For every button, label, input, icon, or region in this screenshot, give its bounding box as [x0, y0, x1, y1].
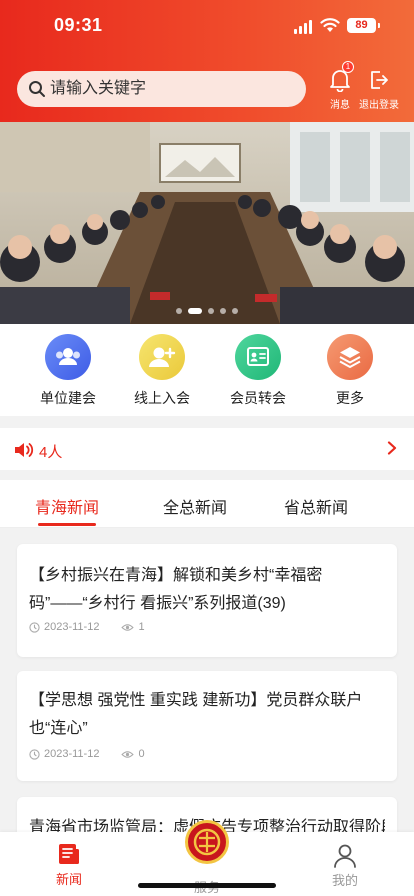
news-card[interactable]: 【学思想 强党性 重实践 建新功】党员群众联户也“连心” 2023-11-12 …: [17, 671, 397, 781]
logout-icon: [371, 71, 388, 89]
tabbar-label: 我的: [331, 873, 358, 888]
quick-action-more[interactable]: 更多: [305, 334, 395, 408]
speaker-icon: [15, 443, 34, 457]
news-meta: 2023-11-12 0: [29, 748, 145, 760]
home-indicator[interactable]: [138, 883, 276, 888]
status-time: 09:31: [54, 15, 103, 35]
eye-icon: [121, 750, 135, 759]
tabbar-mine[interactable]: 我的: [315, 842, 375, 889]
group-icon: [45, 334, 91, 380]
notice-bar[interactable]: 4人: [0, 428, 414, 470]
search-input[interactable]: [50, 71, 290, 107]
wifi-icon: [320, 18, 340, 32]
quick-action-member-transfer[interactable]: 会员转会: [213, 334, 303, 408]
id-card-icon: [235, 334, 281, 380]
tabbar-news[interactable]: 新闻: [39, 842, 99, 888]
quick-action-label: 单位建会: [40, 390, 96, 406]
carousel-indicator: [176, 308, 238, 314]
tab-acftu-news[interactable]: 全总新闻: [163, 494, 227, 518]
quick-action-label: 更多: [336, 390, 364, 406]
quick-actions: 单位建会 线上入会 会员转会 更多: [0, 324, 414, 416]
logout-button[interactable]: 退出登录: [357, 68, 401, 111]
chevron-right-icon: [387, 441, 397, 455]
eye-icon: [121, 623, 135, 632]
news-date: 2023-11-12: [44, 748, 100, 760]
tab-provincial-news[interactable]: 省总新闻: [284, 494, 348, 518]
news-date: 2023-11-12: [44, 621, 100, 633]
battery-indicator: 89: [347, 18, 380, 33]
news-tabs: 青海新闻 全总新闻 省总新闻: [0, 480, 414, 528]
news-views: 0: [138, 748, 145, 760]
notice-text: 4人: [39, 444, 63, 461]
active-tab-indicator: [38, 523, 96, 526]
quick-action-label: 线上入会: [134, 390, 190, 406]
status-bar: 09:31 89: [0, 0, 414, 50]
search-bar[interactable]: [17, 71, 306, 107]
user-icon: [334, 844, 356, 868]
banner-image: [0, 122, 414, 324]
logout-label: 退出登录: [359, 100, 399, 111]
app-header: 09:31 89 1 消息 退出登录: [0, 0, 414, 122]
cellular-signal-icon: [294, 20, 314, 34]
newspaper-icon: [59, 844, 79, 864]
search-icon: [29, 81, 45, 97]
layers-icon: [327, 334, 373, 380]
news-title: 【学思想 强党性 重实践 建新功】党员群众联户也“连心”: [29, 692, 363, 737]
quick-action-label: 会员转会: [230, 390, 286, 406]
news-title: 【乡村振兴在青海】解锁和美乡村“幸福密码”——“乡村行 看振兴”系列报道(39): [29, 567, 323, 612]
banner-carousel[interactable]: [0, 122, 414, 324]
tab-qinghai-news[interactable]: 青海新闻: [35, 494, 99, 518]
clock-icon: [29, 621, 40, 633]
union-emblem-icon[interactable]: [185, 820, 229, 864]
message-button[interactable]: 1 消息: [318, 61, 362, 111]
news-views: 1: [138, 621, 145, 633]
tabbar-label: 新闻: [55, 872, 82, 887]
clock-icon: [29, 748, 40, 760]
news-meta: 2023-11-12 1: [29, 621, 145, 633]
add-user-icon: [139, 334, 185, 380]
news-card[interactable]: 【乡村振兴在青海】解锁和美乡村“幸福密码”——“乡村行 看振兴”系列报道(39)…: [17, 544, 397, 657]
message-label: 消息: [330, 100, 350, 111]
quick-action-online-join[interactable]: 线上入会: [117, 334, 207, 408]
message-badge: 1: [342, 61, 354, 73]
quick-action-unit-union[interactable]: 单位建会: [23, 334, 113, 408]
